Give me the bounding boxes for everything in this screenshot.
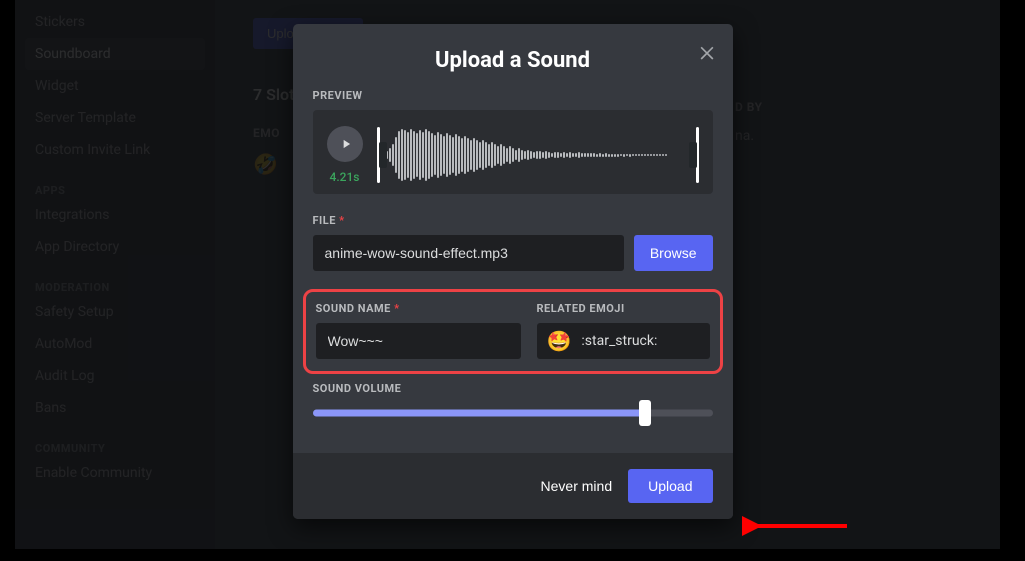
upload-sound-modal: Upload a Sound Preview 4.21s [293,24,733,519]
volume-label: Sound Volume [313,382,713,395]
related-emoji-input[interactable]: 🤩 :star_struck: [537,323,710,359]
upload-button[interactable]: Upload [628,469,712,503]
volume-slider[interactable] [313,403,713,423]
modal-footer: Never mind Upload [293,453,733,519]
preview-box: 4.21s [313,110,713,194]
slider-thumb[interactable] [639,400,651,426]
related-emoji-label: Related Emoji [537,302,710,315]
annotation-highlight: Sound Name * Related Emoji 🤩 :star_struc… [303,289,723,374]
modal-overlay: Upload a Sound Preview 4.21s [0,0,1025,561]
file-name-input[interactable] [313,235,624,271]
play-button[interactable] [327,126,363,162]
modal-title: Upload a Sound [435,48,590,73]
browse-button[interactable]: Browse [634,235,713,271]
waveform[interactable] [377,126,699,184]
trim-handle-left[interactable] [377,127,380,183]
duration-label: 4.21s [330,170,360,184]
file-label: File * [313,214,713,227]
sound-name-input[interactable] [316,323,521,359]
close-icon[interactable] [697,42,717,68]
sound-name-label: Sound Name * [316,302,521,315]
trim-handle-right[interactable] [696,127,699,183]
cancel-button[interactable]: Never mind [541,469,613,503]
star-struck-icon: 🤩 [547,329,572,353]
preview-label: Preview [313,89,713,102]
emoji-code: :star_struck: [581,333,657,349]
